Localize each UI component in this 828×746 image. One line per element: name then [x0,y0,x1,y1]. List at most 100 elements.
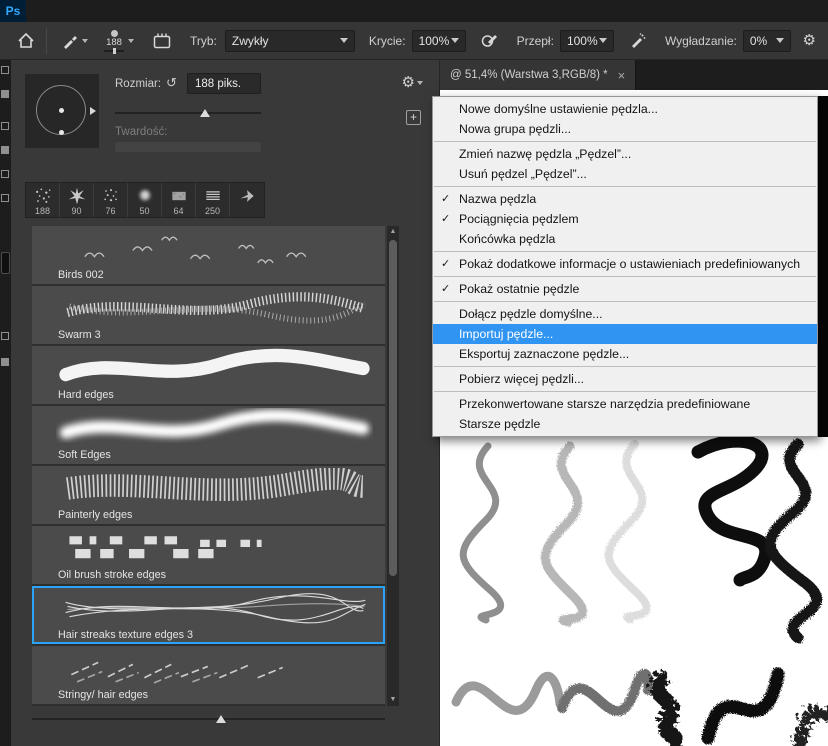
context-menu-item[interactable]: Pokaż dodatkowe informacje o ustawieniac… [433,254,817,274]
context-menu-item[interactable]: Pobierz więcej pędzli... [433,369,817,389]
brush-preset-size: 50 [139,206,149,216]
context-menu-item[interactable]: Nowe domyślne ustawienie pędzla... [433,99,817,119]
opacity-value: 100% [419,34,450,48]
menu-item[interactable] [120,0,138,22]
recent-brush-preset[interactable]: 250 [196,183,230,217]
opacity-dropdown[interactable]: 100% [412,30,466,52]
brush-list: Birds 002 Swarm 3 Hard edges Soft Edges … [32,226,385,706]
flow-label: Przepł: [517,34,554,48]
scroll-up-icon[interactable] [387,226,399,238]
recent-brush-preset[interactable] [230,183,264,217]
collapsed-panel-icon[interactable] [1,170,9,178]
home-icon[interactable] [16,31,36,51]
brush-list-item[interactable]: Stringy/ hair edges [32,646,385,704]
brush-stroke-preview [56,408,373,449]
menu-item[interactable] [66,0,84,22]
mode-dropdown[interactable]: Zwykły [225,30,355,52]
smoothing-dropdown[interactable]: 0% [743,30,791,52]
brush-preset-size: 188 [35,206,50,216]
photoshop-window: Ps 188 T [0,0,828,746]
menu-item[interactable] [156,0,174,22]
brush-list-item[interactable]: Birds 002 [32,226,385,284]
flow-dropdown[interactable]: 100% [560,30,614,52]
brush-preset-thumbnail [237,185,257,206]
recent-brush-preset[interactable]: 50 [128,183,162,217]
scroll-down-icon[interactable] [387,694,399,706]
brush-list-item[interactable]: Soft Edges [32,406,385,464]
menu-item[interactable] [102,0,120,22]
recent-brush-preset[interactable]: 90 [60,183,94,217]
menu-item[interactable] [138,0,156,22]
new-preset-icon[interactable]: + [406,110,421,125]
context-menu-item[interactable]: Importuj pędzle... [433,324,817,344]
brush-list-item[interactable]: Hard edges [32,346,385,404]
brush-preset-thumbnail [169,185,189,206]
context-menu-item[interactable]: Usuń pędzel „Pędzel”... [433,164,817,184]
recent-brush-preset[interactable]: 64 [162,183,196,217]
collapsed-panel-icon[interactable] [1,332,9,340]
brush-list-item[interactable]: Swarm 3 [32,286,385,344]
menu-item[interactable] [48,0,66,22]
brush-list-item[interactable]: Painterly edges [32,466,385,524]
size-value-field[interactable]: 188 piks. [187,73,261,94]
context-menu-item-label: Nowa grupa pędzli... [459,122,571,136]
reset-size-icon[interactable] [166,75,177,91]
slider-track [115,112,261,114]
pressure-opacity-icon[interactable] [476,29,503,52]
context-menu-item[interactable]: Eksportuj zaznaczone pędzle... [433,344,817,364]
chevron-down-icon [776,38,784,43]
collapsed-panel-icon[interactable] [1,66,9,74]
slider-thumb[interactable] [216,715,226,723]
context-menu-item[interactable]: Nowa grupa pędzli... [433,119,817,139]
context-menu-item[interactable]: Nazwa pędzla [433,189,817,209]
context-menu-item[interactable]: Pociągnięcia pędzlem [433,209,817,229]
menu-item[interactable] [192,0,210,22]
menu-separator [434,276,816,277]
collapsed-panel-icon[interactable] [1,146,9,154]
panel-menu-gear-icon[interactable] [402,73,423,92]
brush-list-item[interactable]: Hair streaks texture edges 3 [32,586,385,644]
brush-size-picker[interactable]: 188 [100,29,138,53]
menu-item[interactable] [174,0,192,22]
context-menu-item[interactable]: Końcówka pędzla [433,229,817,249]
airbrush-icon[interactable] [624,29,651,52]
mode-label: Tryb: [190,34,217,48]
smoothing-options-gear-icon[interactable] [803,31,816,50]
collapsed-panel-icon[interactable] [1,122,9,130]
brush-name: Oil brush stroke edges [58,569,166,581]
collapsed-panel-icon[interactable] [1,194,9,202]
slider-thumb[interactable] [200,109,210,117]
context-menu-item-label: Zmień nazwę pędzla „Pędzel”... [459,147,631,161]
photoshop-logo-icon[interactable]: Ps [0,0,26,22]
context-menu-item[interactable]: Zmień nazwę pędzla „Pędzel”... [433,144,817,164]
scrollbar-thumb[interactable] [389,240,397,576]
brush-settings-panel-toggle-icon[interactable] [148,29,176,53]
context-menu-item[interactable]: Przekonwertowane starsze narzędzia prede… [433,394,817,414]
brush-list-item[interactable]: Oil brush stroke edges [32,526,385,584]
brush-tool-preset-button[interactable] [57,30,92,52]
brush-list-scrollbar[interactable] [387,226,399,706]
brush-stroke-preview [56,588,373,629]
collapsed-panel-icon[interactable] [1,358,9,366]
smoothing-label: Wygładzanie: [665,34,737,48]
collapsed-panel-icon[interactable] [1,90,9,98]
collapsed-panel-icon[interactable] [1,252,10,274]
recent-brush-preset[interactable]: 188 [26,183,60,217]
menu-item[interactable] [84,0,102,22]
context-menu-item[interactable]: Pokaż ostatnie pędzle [433,279,817,299]
menu-item[interactable] [30,0,48,22]
panel-bottom-slider[interactable] [32,712,385,726]
brush-stroke-preview [56,648,373,689]
brush-preset-size: 90 [71,206,81,216]
size-label: Rozmiar: [115,78,161,90]
document-tab[interactable]: @ 51,4% (Warstwa 3,RGB/8) * × [440,60,636,90]
angle-handle-dot[interactable] [59,130,64,135]
size-slider[interactable] [115,108,261,118]
brush-angle-control[interactable] [25,74,99,148]
context-menu-item[interactable]: Starsze pędzle [433,414,817,434]
smoothing-value: 0% [750,34,767,48]
context-menu-item[interactable]: Dołącz pędzle domyślne... [433,304,817,324]
recent-brush-preset[interactable]: 76 [94,183,128,217]
menu-item[interactable] [210,0,228,22]
tab-close-icon[interactable]: × [618,68,626,83]
